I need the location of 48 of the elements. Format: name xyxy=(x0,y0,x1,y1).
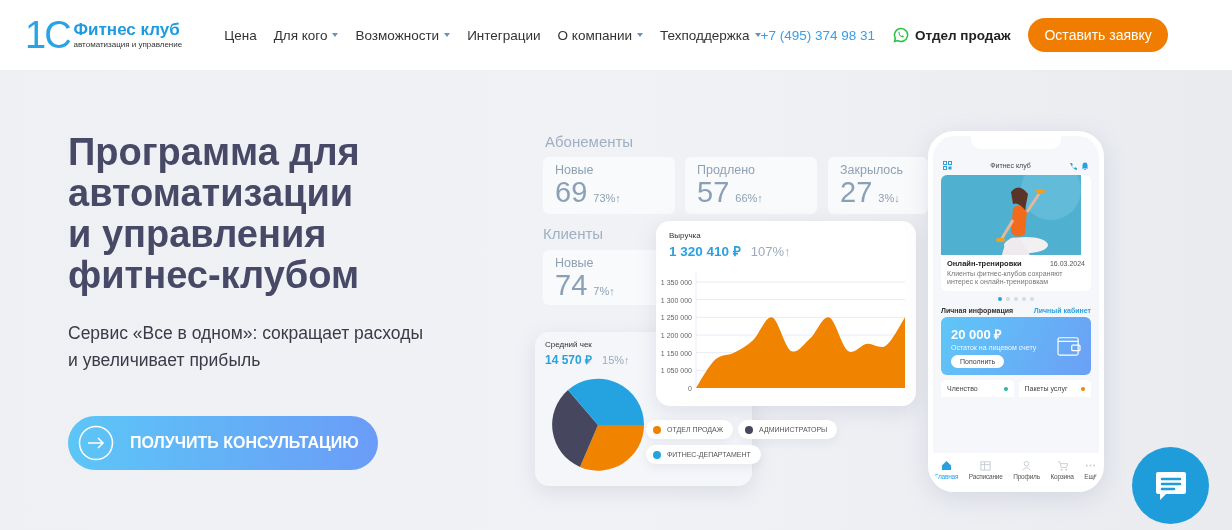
caret-icon xyxy=(754,33,761,37)
revenue-value: 1 320 410 ₽ xyxy=(669,243,741,260)
user-icon xyxy=(1021,460,1033,471)
logo-subtitle: автоматизация и управление xyxy=(73,39,183,49)
calendar-icon xyxy=(980,460,992,471)
arrow-right-icon xyxy=(78,425,114,461)
stat-value: 57 xyxy=(697,177,730,207)
nav-link[interactable]: Возможности xyxy=(355,27,451,43)
stat-label: Новые xyxy=(555,256,595,270)
nav-link[interactable]: О компании xyxy=(557,27,644,43)
logo-mark: 1С xyxy=(25,16,70,54)
card-label: Выручка xyxy=(669,231,701,240)
stat-value: 69 xyxy=(555,177,588,207)
phone-icon[interactable] xyxy=(1069,161,1077,170)
nav-link[interactable]: Цена xyxy=(224,27,257,43)
sales-link[interactable]: Отдел продаж xyxy=(893,27,1011,43)
carousel-dot[interactable] xyxy=(998,297,1002,301)
card-label: Средний чек xyxy=(545,340,592,349)
hero-title: Программа для автоматизации и управления фитнес-клубом xyxy=(68,132,360,296)
wallet-icon xyxy=(1057,335,1081,357)
logo-title: Фитнес клуб xyxy=(73,21,181,40)
stat-change: 7%↑ xyxy=(593,285,615,297)
chat-bubble-icon xyxy=(893,27,909,43)
section-title: Абонементы xyxy=(545,133,634,150)
nav-link[interactable]: Техподдержка xyxy=(660,27,761,43)
cart-icon xyxy=(1056,460,1068,471)
stat-value: 74 xyxy=(555,270,588,300)
average-check-change: 15%↑ xyxy=(602,354,630,366)
bell-icon[interactable] xyxy=(1081,161,1089,170)
caret-icon xyxy=(637,33,644,37)
qr-code-icon xyxy=(943,161,952,170)
nav-link[interactable]: Интеграции xyxy=(467,27,541,43)
revenue-change: 107%↑ xyxy=(750,244,791,259)
hero-subtitle: Сервис «Все в одном»: сокращает расходы и увеличивает прибыль xyxy=(68,322,423,372)
nav-link[interactable]: Для кого xyxy=(273,27,339,43)
stat-label: Новые xyxy=(555,163,595,177)
average-check-value: 14 570 ₽ xyxy=(545,352,593,368)
stat-label: Закрылось xyxy=(840,163,905,177)
section-title: Клиенты xyxy=(543,225,604,242)
caret-icon xyxy=(332,33,339,37)
stat-change: 3%↓ xyxy=(878,192,900,204)
stat-label: Продлено xyxy=(697,163,756,177)
home-icon xyxy=(941,460,953,471)
balance-amount: 20 000 ₽ xyxy=(951,325,1003,343)
stat-change: 66%↑ xyxy=(735,192,763,204)
stat-value: 27 xyxy=(840,177,873,207)
caret-icon xyxy=(444,33,451,37)
stat-change: 73%↑ xyxy=(593,192,621,204)
